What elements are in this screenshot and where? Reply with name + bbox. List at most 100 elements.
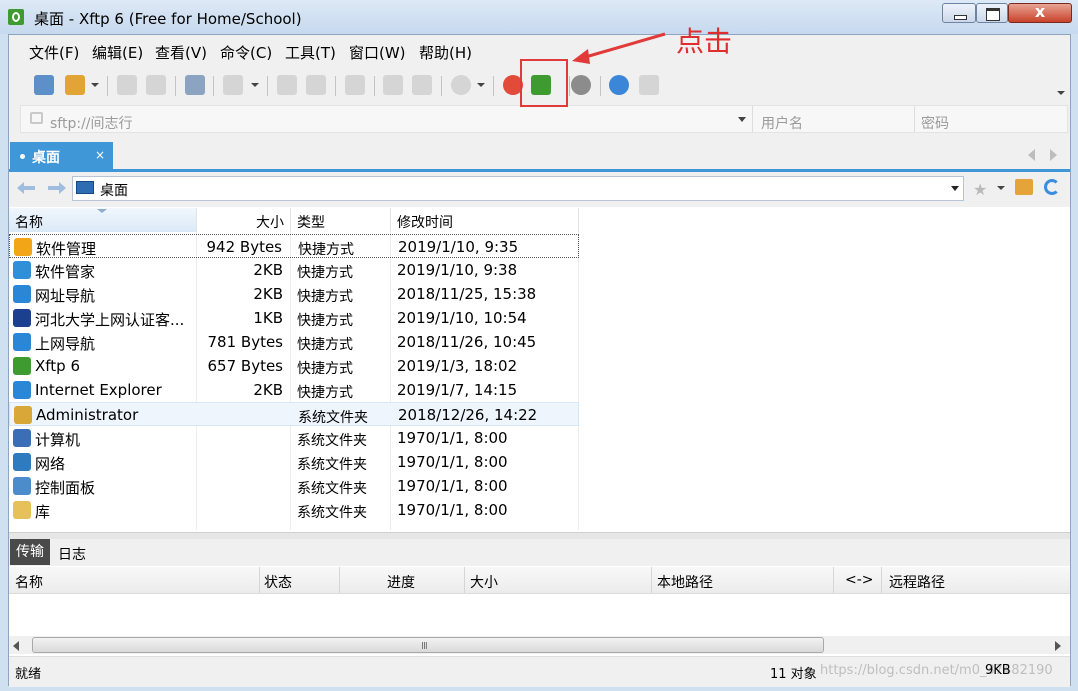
queue-icon[interactable] (383, 75, 403, 95)
scroll-right-icon[interactable] (1055, 641, 1061, 651)
transfer-col-direction[interactable]: <-> (845, 572, 874, 588)
file-type: 系统文件夹 (298, 410, 368, 426)
scrollbar-grip: III (421, 641, 428, 652)
menu-help[interactable]: 帮助(H) (419, 42, 472, 63)
settings-icon[interactable] (571, 75, 591, 95)
toolbar-separator (335, 76, 336, 96)
status-icon[interactable] (451, 75, 471, 95)
sort-indicator-icon (97, 209, 107, 213)
file-row[interactable]: Xftp 6 657 Bytes 快捷方式 2019/1/3, 18:02 (9, 354, 579, 378)
menu-window[interactable]: 窗口(W) (349, 42, 406, 63)
new-session-icon[interactable] (34, 75, 54, 95)
file-row[interactable]: 计算机 系统文件夹 1970/1/1, 8:00 (9, 426, 579, 450)
toolbar-separator (374, 76, 375, 96)
username-input[interactable]: 用户名 (752, 106, 914, 132)
tab-log[interactable]: 日志 (58, 544, 86, 564)
chat-icon[interactable] (639, 75, 659, 95)
scroll-left-icon[interactable] (13, 641, 19, 651)
file-row[interactable]: 网络 系统文件夹 1970/1/1, 8:00 (9, 450, 579, 474)
tab-scroll-right-icon[interactable] (1050, 149, 1057, 161)
maximize-button[interactable] (976, 3, 1008, 23)
toolbar-separator (175, 76, 176, 96)
file-row[interactable]: 河北大学上网认证客... 1KB 快捷方式 2019/1/10, 10:54 (9, 306, 579, 330)
menu-view[interactable]: 查看(V) (155, 42, 207, 63)
ie-shortcut-icon (13, 381, 31, 399)
transfer-col-progress[interactable]: 进度 (387, 572, 415, 592)
refresh-icon[interactable] (1044, 179, 1060, 195)
transfer-col-name[interactable]: 名称 (15, 572, 43, 592)
help-icon[interactable] (609, 75, 629, 95)
tab-close-icon[interactable]: × (95, 148, 105, 162)
tab-transfer[interactable]: 传输 (10, 539, 50, 565)
menu-edit[interactable]: 编辑(E) (92, 42, 143, 63)
disconnect-icon[interactable] (146, 75, 166, 95)
paste-icon[interactable] (306, 75, 326, 95)
file-row[interactable]: 网址导航 2KB 快捷方式 2018/11/25, 15:38 (9, 282, 579, 306)
minimize-button[interactable] (942, 3, 976, 23)
toolbar-overflow-icon[interactable] (1057, 91, 1065, 95)
view-icon[interactable] (223, 75, 243, 95)
highlight-box (520, 59, 568, 107)
file-row[interactable]: Internet Explorer 2KB 快捷方式 2019/1/7, 14:15 (9, 378, 579, 402)
star-icon[interactable]: ★ (973, 180, 987, 199)
file-type: 快捷方式 (297, 385, 353, 401)
transfer-icon[interactable] (345, 75, 365, 95)
properties-icon[interactable] (185, 75, 205, 95)
status-text: 就绪 (15, 667, 42, 682)
tab-underline (9, 169, 1070, 172)
host-input[interactable]: sftp://间志行 (50, 113, 133, 133)
status-dropdown-icon[interactable] (477, 83, 485, 87)
computer-icon (13, 429, 31, 447)
view-dropdown-icon[interactable] (251, 83, 259, 87)
column-size[interactable]: 大小 (197, 208, 291, 232)
transfer-col-size[interactable]: 大小 (470, 572, 498, 592)
file-name: 软件管理 (36, 240, 97, 258)
total-size: 9KB (985, 663, 1011, 678)
file-row[interactable]: 软件管家 2KB 快捷方式 2019/1/10, 9:38 (9, 258, 579, 282)
home-folder-icon[interactable] (1015, 179, 1033, 195)
open-folder-icon[interactable] (65, 75, 85, 95)
menu-file[interactable]: 文件(F) (29, 42, 79, 63)
back-arrow-icon[interactable] (15, 180, 37, 196)
column-type[interactable]: 类型 (291, 208, 391, 232)
path-text: 桌面 (100, 183, 128, 199)
toolbar-separator (441, 76, 442, 96)
menu-command[interactable]: 命令(C) (220, 42, 272, 63)
toolbar-separator (600, 76, 601, 96)
path-input[interactable] (72, 176, 964, 201)
password-input[interactable]: 密码 (914, 106, 1067, 132)
file-size: 781 Bytes (207, 333, 284, 351)
transfer-col-status[interactable]: 状态 (264, 572, 292, 592)
tab-scroll-left-icon[interactable] (1028, 149, 1035, 161)
toolbar-separator (493, 76, 494, 96)
file-modified: 2018/12/26, 14:22 (398, 406, 538, 424)
transfer-col-local-path[interactable]: 本地路径 (657, 572, 713, 592)
close-button[interactable]: x (1008, 2, 1072, 23)
open-dropdown-icon[interactable] (91, 83, 99, 87)
file-size: 2KB (253, 285, 283, 303)
transfer-col-remote-path[interactable]: 远程路径 (889, 572, 945, 592)
file-row[interactable]: 上网导航 781 Bytes 快捷方式 2018/11/26, 10:45 (9, 330, 579, 354)
host-dropdown-icon[interactable] (738, 117, 746, 122)
file-row[interactable]: 库 系统文件夹 1970/1/1, 8:00 (9, 498, 579, 522)
file-type: 快捷方式 (297, 337, 353, 353)
file-type: 系统文件夹 (297, 481, 367, 497)
file-row[interactable]: 控制面板 系统文件夹 1970/1/1, 8:00 (9, 474, 579, 498)
toolbar-separator (213, 76, 214, 96)
connect-icon[interactable] (117, 75, 137, 95)
panel-splitter[interactable] (9, 532, 1070, 539)
bookmark-dropdown-icon[interactable] (997, 186, 1005, 190)
forward-arrow-icon[interactable] (46, 180, 68, 196)
file-type: 快捷方式 (297, 289, 353, 305)
library-icon (13, 501, 31, 519)
menu-tools[interactable]: 工具(T) (285, 42, 336, 63)
file-row[interactable]: 软件管理 942 Bytes 快捷方式 2019/1/10, 9:35 (9, 234, 579, 258)
scrollbar-thumb[interactable] (32, 637, 824, 653)
sync-icon[interactable] (412, 75, 432, 95)
copy-icon[interactable] (277, 75, 297, 95)
column-modified[interactable]: 修改时间 (391, 208, 579, 232)
file-row[interactable]: Administrator 系统文件夹 2018/12/26, 14:22 (9, 402, 579, 426)
file-name: Administrator (36, 406, 139, 424)
path-dropdown-icon[interactable] (951, 186, 959, 191)
tab-desktop[interactable]: 桌面 × (10, 142, 113, 169)
